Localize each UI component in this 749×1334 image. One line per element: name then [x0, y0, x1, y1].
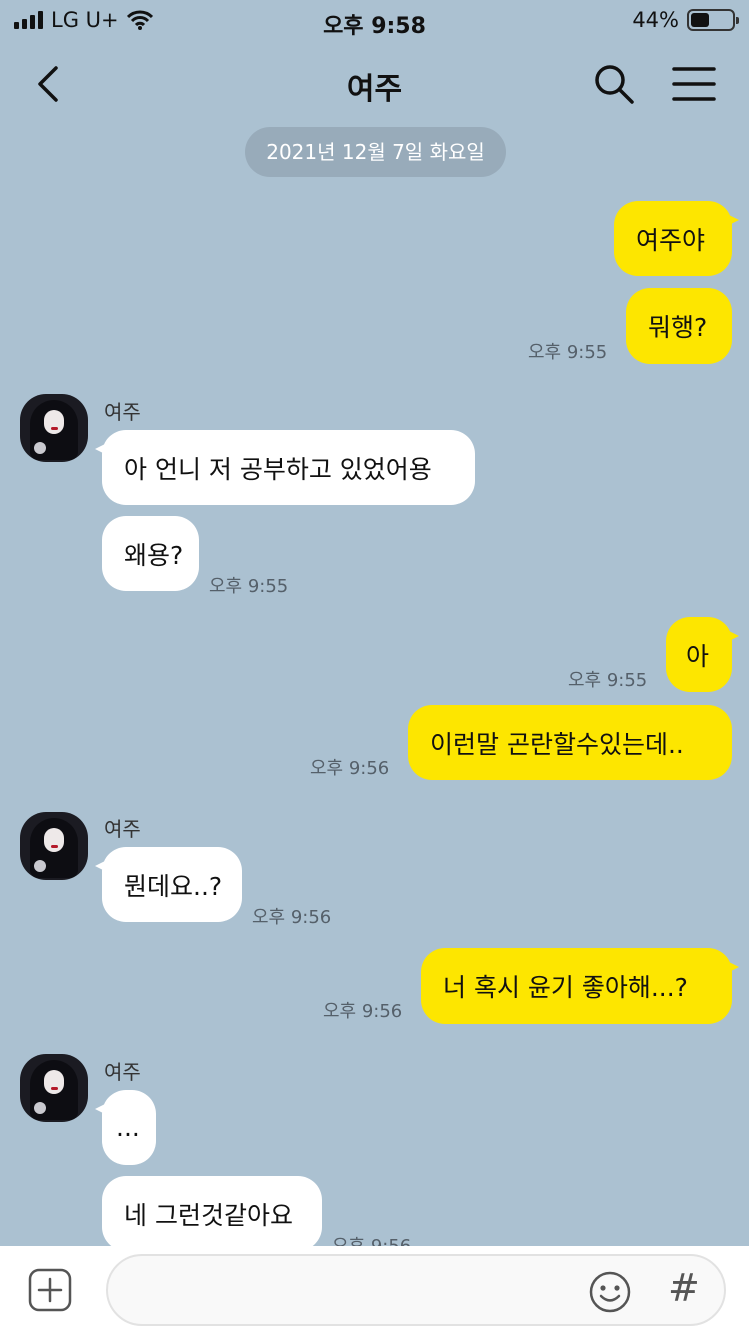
input-bar: # — [0, 1246, 749, 1334]
avatar[interactable] — [20, 1054, 88, 1122]
message-bubble-mine[interactable]: 너 혹시 윤기 좋아해...? — [421, 948, 739, 1024]
message-text: 뭐행? — [648, 313, 708, 342]
date-divider: 2021년 12월 7일 화요일 — [245, 127, 506, 177]
plus-icon[interactable] — [28, 1268, 72, 1312]
message-text: 여주야 — [636, 225, 706, 255]
emoji-icon[interactable] — [588, 1270, 632, 1314]
message-bubble-mine[interactable]: 아 — [666, 617, 739, 692]
message-bubble-other[interactable]: 뭔데요..? — [95, 847, 242, 922]
message-bubble-mine[interactable]: 여주야 — [614, 201, 739, 276]
message-time: 오후 9:55 — [209, 576, 289, 597]
battery-icon — [687, 9, 739, 31]
menu-icon[interactable] — [672, 66, 716, 102]
message-time: 오후 9:56 — [252, 907, 332, 928]
message-time: 오후 9:55 — [528, 342, 608, 363]
message-text: 너 혹시 윤기 좋아해...? — [443, 973, 688, 1002]
message-text: 뭔데요..? — [124, 871, 223, 901]
message-text: 이런말 곤란할수있는데.. — [430, 729, 684, 759]
message-bubble-other[interactable]: 왜용? — [102, 516, 199, 591]
message-time: 오후 9:56 — [310, 758, 390, 779]
avatar[interactable] — [20, 812, 88, 880]
message-time: 오후 9:55 — [568, 670, 648, 691]
chat-header: 여주 — [0, 44, 749, 124]
hashtag-icon[interactable]: # — [668, 1266, 700, 1310]
message-text: 왜용? — [124, 540, 184, 570]
message-input[interactable] — [106, 1254, 726, 1326]
sender-name: 여주 — [104, 817, 141, 841]
status-bar: LG U+ 오후 9:58 44% — [0, 0, 749, 44]
message-text: ... — [116, 1113, 140, 1142]
message-bubble-other[interactable]: ... — [95, 1090, 156, 1165]
message-bubble-mine[interactable]: 이런말 곤란할수있는데.. — [408, 705, 732, 780]
message-text: 아 — [686, 641, 710, 671]
chat-title: 여주 — [346, 72, 403, 107]
battery-percent: 44% — [632, 8, 679, 32]
message-text: 네 그런것같아요 — [124, 1200, 293, 1230]
message-bubble-other[interactable]: 네 그런것같아요 — [102, 1176, 322, 1251]
message-bubble-mine[interactable]: 뭐행? — [626, 288, 732, 364]
search-icon[interactable] — [592, 62, 636, 106]
message-bubble-other[interactable]: 아 언니 저 공부하고 있었어용 — [95, 430, 475, 505]
message-time: 오후 9:56 — [323, 1001, 403, 1022]
avatar[interactable] — [20, 394, 88, 462]
message-text: 아 언니 저 공부하고 있었어용 — [124, 454, 432, 484]
sender-name: 여주 — [104, 400, 141, 424]
sender-name: 여주 — [104, 1060, 141, 1084]
